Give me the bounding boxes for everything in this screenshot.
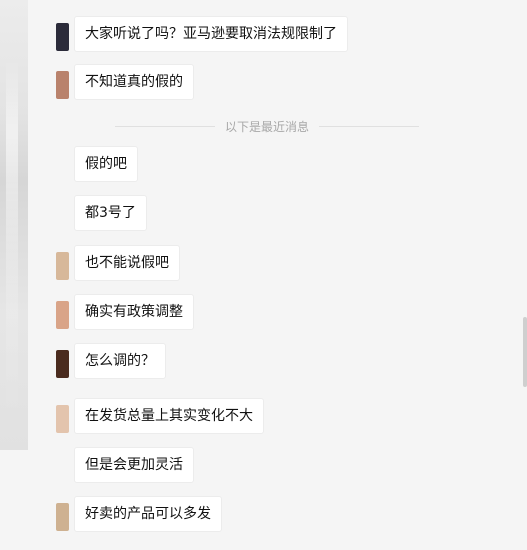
message-bubble[interactable]: 不知道真的假的 bbox=[74, 64, 194, 100]
avatar[interactable] bbox=[56, 405, 69, 433]
message-bubble[interactable]: 怎么调的？ bbox=[74, 343, 166, 379]
avatar[interactable] bbox=[56, 202, 69, 230]
message-bubble[interactable]: 好卖的产品可以多发 bbox=[74, 496, 222, 532]
avatar[interactable] bbox=[56, 301, 69, 329]
avatar[interactable] bbox=[56, 71, 69, 99]
avatar[interactable] bbox=[56, 153, 69, 181]
avatar[interactable] bbox=[56, 23, 69, 51]
message-bubble[interactable]: 也不能说假吧 bbox=[74, 245, 180, 281]
divider-label: 以下是最近消息 bbox=[225, 119, 310, 134]
message-bubble[interactable]: 在发货总量上其实变化不大 bbox=[74, 398, 264, 434]
chat-window: 大家听说了吗？亚马逊要取消法规限制了 不知道真的假的 以下是最近消息 假的吧 都… bbox=[0, 0, 527, 550]
message-bubble[interactable]: 都3号了 bbox=[74, 195, 147, 231]
avatar[interactable] bbox=[56, 252, 69, 280]
background-panel bbox=[0, 0, 28, 450]
message-bubble[interactable]: 但是会更加灵活 bbox=[74, 447, 194, 483]
avatar[interactable] bbox=[56, 503, 69, 531]
scrollbar-thumb[interactable] bbox=[523, 317, 527, 387]
message-list[interactable]: 大家听说了吗？亚马逊要取消法规限制了 不知道真的假的 以下是最近消息 假的吧 都… bbox=[28, 0, 520, 550]
background-panel-lower bbox=[0, 450, 28, 550]
divider-line-left bbox=[115, 125, 215, 127]
recent-messages-divider: 以下是最近消息 bbox=[115, 118, 420, 134]
avatar[interactable] bbox=[56, 350, 69, 378]
message-bubble[interactable]: 确实有政策调整 bbox=[74, 294, 194, 330]
avatar[interactable] bbox=[56, 454, 69, 482]
message-bubble[interactable]: 假的吧 bbox=[74, 146, 138, 182]
divider-line-right bbox=[319, 125, 420, 127]
message-bubble[interactable]: 大家听说了吗？亚马逊要取消法规限制了 bbox=[74, 16, 348, 52]
